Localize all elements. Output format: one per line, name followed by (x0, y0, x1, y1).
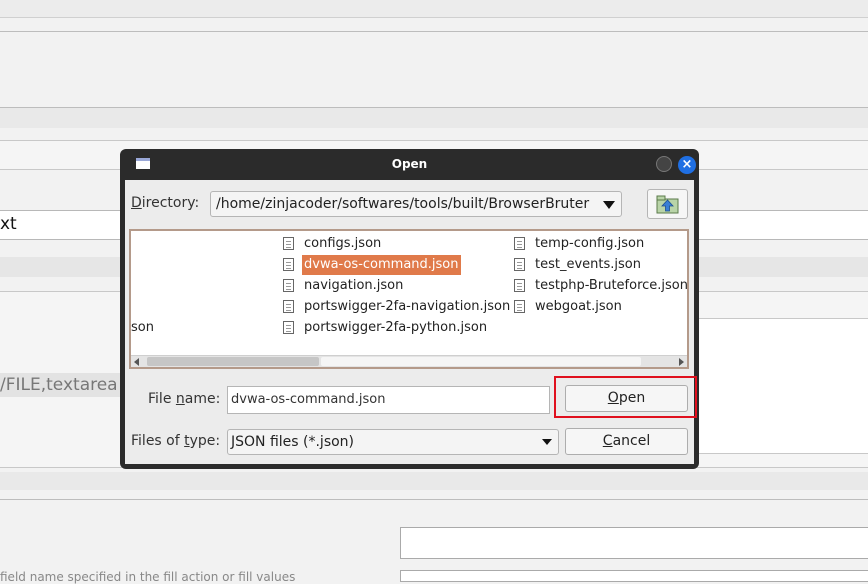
files-of-type-value: JSON files (*.json) (231, 434, 355, 450)
file-name: navigation.json (304, 278, 404, 293)
up-folder-button[interactable] (647, 189, 688, 219)
background-input-2[interactable] (400, 570, 868, 582)
minimize-icon[interactable] (656, 156, 672, 172)
directory-path: /home/zinjacoder/softwares/tools/built/B… (216, 196, 590, 212)
directory-label: Directory: (131, 195, 200, 211)
file-name: testphp-Bruteforce.json (535, 278, 688, 293)
file-name: configs.json (304, 236, 382, 251)
file-name: dvwa-os-command.json (302, 255, 461, 275)
background-input[interactable] (400, 527, 868, 559)
file-name-label: File name: (148, 391, 221, 407)
document-icon (514, 237, 525, 250)
background-strip-3 (0, 472, 868, 490)
file-name: portswigger-2fa-python.json (304, 320, 488, 335)
background-strip (0, 108, 868, 128)
background-bottom-text: field name specified in the fill action … (0, 570, 296, 584)
dialog-titlebar[interactable]: Open × (125, 149, 696, 180)
document-icon (514, 258, 525, 271)
file-list[interactable]: configs.json dvwa-os-command.json naviga… (129, 229, 689, 369)
file-name: temp-config.json (535, 236, 645, 251)
document-icon (283, 300, 294, 313)
background-textarea-label: /FILE,textarea (0, 373, 124, 397)
document-icon (283, 321, 294, 334)
background-panel-top (0, 31, 868, 108)
files-of-type-combo[interactable]: JSON files (*.json) (227, 429, 559, 455)
highlight-box (554, 376, 697, 418)
file-name-input[interactable]: dvwa-os-command.json (227, 386, 550, 414)
directory-combo[interactable]: /home/zinjacoder/softwares/tools/built/B… (210, 191, 622, 217)
dropdown-arrow-icon[interactable] (542, 439, 552, 445)
files-of-type-label: Files of type: (131, 433, 221, 449)
up-folder-icon (656, 195, 679, 214)
document-icon (283, 258, 294, 271)
open-dialog: Open × Directory: /home/zinjacoder/softw… (120, 149, 699, 469)
background-toolbar (0, 0, 868, 18)
file-name: son (131, 320, 154, 335)
cancel-button[interactable]: Cancel (565, 428, 688, 455)
close-icon[interactable]: × (678, 156, 696, 174)
scroll-right-icon[interactable] (679, 358, 684, 366)
dialog-title: Open (391, 157, 428, 171)
document-icon (514, 279, 525, 292)
background-textarea[interactable] (694, 318, 868, 454)
scrollbar-track[interactable] (321, 357, 641, 366)
background-field-text: xt (0, 214, 17, 234)
dialog-body: Directory: /home/zinjacoder/softwares/to… (125, 180, 697, 464)
file-name: portswigger-2fa-navigation.json (304, 299, 511, 314)
scroll-left-icon[interactable] (134, 358, 139, 366)
document-icon (283, 279, 294, 292)
document-icon (514, 300, 525, 313)
file-name: test_events.json (535, 257, 641, 272)
file-name: webgoat.json (535, 299, 622, 314)
horizontal-scrollbar[interactable] (131, 355, 687, 367)
scrollbar-thumb[interactable] (147, 357, 319, 366)
document-icon (283, 237, 294, 250)
dropdown-arrow-icon[interactable] (603, 201, 615, 209)
